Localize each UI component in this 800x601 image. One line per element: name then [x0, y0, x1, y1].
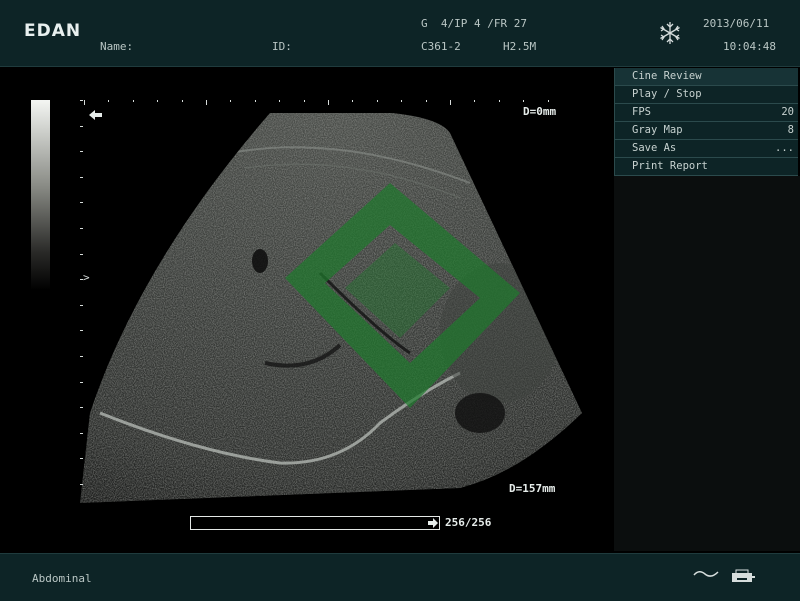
left-arrow-icon [89, 110, 102, 120]
ultrasound-sector-image [80, 113, 582, 503]
depth-tick [80, 432, 83, 434]
lateral-tick [425, 100, 427, 102]
menu-item-label: Gray Map [632, 124, 683, 136]
depth-tick [80, 407, 83, 409]
depth-scale [80, 100, 84, 490]
grayscale-bar [31, 100, 50, 290]
depth-tick [80, 176, 83, 178]
lateral-tick [352, 100, 354, 102]
probe-frequency: H2.5M [503, 40, 537, 53]
lateral-tick [254, 100, 256, 102]
patient-name-label: Name: [100, 40, 134, 53]
lateral-tick [181, 100, 183, 102]
depth-tick [80, 330, 83, 332]
depth-tick [80, 125, 83, 127]
snowflake-icon [660, 22, 680, 44]
menu-item-label: Play / Stop [632, 88, 702, 100]
lateral-tick [206, 100, 207, 105]
lateral-tick [230, 100, 232, 102]
lateral-tick [498, 100, 500, 102]
menu-item-label: Save As [632, 142, 677, 154]
menu-item-value: 20 [781, 106, 794, 118]
imaging-params: G 4/IP 4 /FR 27 [421, 17, 527, 30]
depth-tick [80, 484, 83, 485]
lateral-tick [450, 100, 451, 105]
lateral-tick [474, 100, 476, 102]
depth-tick [80, 151, 83, 153]
menu-item-play-stop[interactable]: Play / Stop [614, 86, 798, 104]
lateral-tick [401, 100, 403, 102]
depth-tick [80, 253, 83, 255]
menu-item-label: Print Report [632, 160, 708, 172]
menu-item-fps[interactable]: FPS 20 [614, 104, 798, 122]
printer-icon[interactable] [730, 568, 756, 584]
lateral-scale [84, 100, 564, 106]
depth-tick [80, 228, 83, 229]
menu-item-gray-map[interactable]: Gray Map 8 [614, 122, 798, 140]
menu-item-print-report[interactable]: Print Report [614, 158, 798, 176]
menu-item-value: ... [775, 142, 794, 154]
cine-progress-bar[interactable] [190, 516, 440, 530]
focus-marker[interactable]: > [83, 271, 90, 284]
date-display: 2013/06/11 [703, 17, 770, 30]
time-display: 10:04:48 [723, 40, 776, 53]
lateral-tick [132, 100, 134, 102]
patient-id-label: ID: [272, 40, 292, 53]
lateral-tick [523, 100, 525, 102]
depth-tick [80, 100, 83, 101]
lateral-tick [84, 100, 85, 105]
tilde-wave-icon [693, 571, 719, 577]
depth-tick [80, 202, 83, 204]
lateral-tick [547, 100, 549, 102]
footer-bar: Abdominal [0, 553, 800, 601]
cine-menu: Cine Review Play / Stop FPS 20 Gray Map … [614, 68, 798, 176]
menu-item-save-as[interactable]: Save As ... [614, 140, 798, 158]
depth-tick [80, 356, 83, 357]
right-side-panel [614, 176, 800, 551]
lateral-tick [376, 100, 378, 102]
depth-tick [80, 381, 83, 383]
play-arrow-icon [428, 518, 438, 528]
menu-item-value: 8 [787, 124, 794, 136]
depth-tick [80, 304, 83, 306]
menu-item-label: Cine Review [632, 70, 702, 82]
lateral-tick [157, 100, 159, 102]
brand-logo: EDAN [24, 21, 82, 41]
menu-item-cine-review[interactable]: Cine Review [614, 68, 798, 86]
depth-tick [80, 458, 83, 460]
lateral-tick [108, 100, 110, 102]
depth-bottom-label: D=157mm [509, 482, 556, 495]
exam-preset[interactable]: Abdominal [32, 572, 92, 585]
lateral-tick [279, 100, 281, 102]
cine-frame-count: 256/256 [445, 516, 492, 529]
header-bar: EDAN Name: ID: G 4/IP 4 /FR 27 C361-2 H2… [0, 0, 800, 67]
probe-model: C361-2 [421, 40, 461, 53]
depth-top-label: D=0mm [523, 105, 557, 118]
menu-item-label: FPS [632, 106, 651, 118]
lateral-tick [328, 100, 329, 105]
lateral-tick [303, 100, 305, 102]
